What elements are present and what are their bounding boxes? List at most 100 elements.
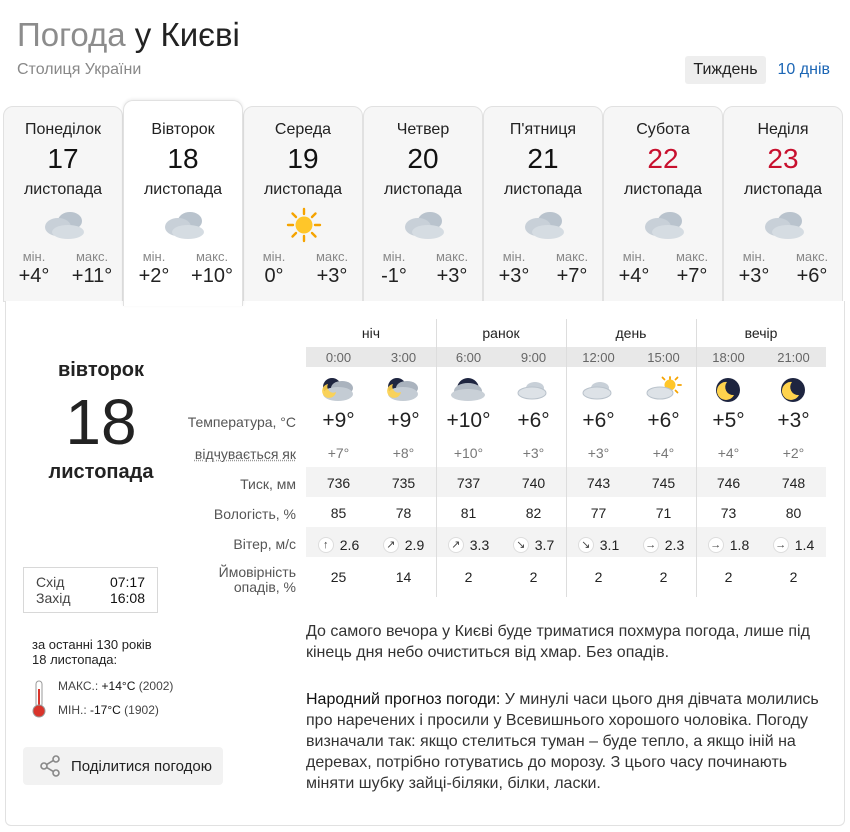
hour-wind: → 2.3 [631, 537, 696, 553]
title-prefix: Погода [17, 16, 126, 53]
cloud-icon [40, 207, 88, 243]
title-city: у Києві [134, 16, 240, 53]
hour-time: 15:00 [647, 350, 680, 365]
day-tab-min-label: мін. [622, 249, 646, 264]
day-tab-month: листопада [743, 181, 823, 198]
hour-time: 3:00 [390, 350, 417, 365]
hour-humidity: 77 [590, 505, 607, 521]
wind-speed: 1.8 [729, 537, 750, 553]
share-icon [40, 755, 60, 777]
hourly-table: Температура, °C відчувається як Тиск, мм… [6, 301, 846, 601]
day-tab-min-label: мін. [502, 249, 526, 264]
day-tab-number: 17 [47, 143, 79, 174]
hour-humidity: 80 [785, 505, 802, 521]
day-tab-number: 20 [407, 143, 439, 174]
day-tab-max-temp: +3° [436, 265, 468, 287]
hour-pressure: 746 [716, 475, 741, 491]
day-tab-name: Понеділок [24, 121, 102, 138]
share-weather-button[interactable]: Поділитися погодою [23, 747, 223, 785]
day-tab[interactable]: Субота 22 листопада мін. макс. +4° +7° [603, 106, 723, 302]
day-tab-max-label: макс. [315, 249, 349, 264]
day-tab-min-label: мін. [22, 249, 46, 264]
hour-wind: ↗ 2.9 [371, 537, 436, 553]
hour-temperature: +6° [582, 409, 615, 432]
day-tab-name: Четвер [396, 121, 450, 138]
day-tab-max-label: макс. [795, 249, 829, 264]
day-tab-number: 18 [167, 143, 199, 174]
hour-wind: ↘ 3.1 [566, 537, 631, 553]
hour-feels-like: +4° [717, 445, 740, 461]
hour-time: 12:00 [582, 350, 615, 365]
day-tab-min-temp: +3° [498, 265, 530, 287]
moon-icon [708, 375, 748, 405]
wind-direction-icon: ↘ [577, 537, 594, 553]
hour-humidity: 73 [720, 505, 737, 521]
cloud-icon [520, 207, 568, 243]
folk-forecast-heading: Народний прогноз погоди: [306, 691, 501, 708]
temperature-label: Температура, °C [187, 414, 296, 430]
day-tab[interactable]: Понеділок 17 листопада мін. макс. +4° +11° [3, 106, 123, 302]
range-switch: Тиждень 10 днів [685, 56, 838, 84]
hour-wind: ↗ 3.3 [436, 537, 501, 553]
day-tabs: Понеділок 17 листопада мін. макс. +4° +11° Вівт… [3, 100, 847, 306]
day-tab-max-temp: +7° [556, 265, 588, 287]
hour-feels-like: +10° [453, 445, 484, 461]
wind-direction-icon: → [642, 537, 659, 553]
day-tab[interactable]: Неділя 23 листопада мін. макс. +3° +6° [723, 106, 843, 302]
day-tab-min-temp: +3° [738, 265, 770, 287]
hour-wind: ↘ 3.7 [501, 537, 566, 553]
wind-speed: 3.1 [599, 537, 620, 553]
feels-like-label[interactable]: відчувається як [176, 446, 296, 462]
hour-humidity: 85 [330, 505, 347, 521]
period-label: день [615, 325, 647, 341]
moon-icon [773, 375, 813, 405]
day-tab-max-label: макс. [555, 249, 589, 264]
day-tab-min-temp: 0° [264, 265, 284, 287]
hour-time: 0:00 [325, 350, 352, 365]
hour-precip-chance: 2 [464, 569, 473, 585]
hour-feels-like: +4° [652, 445, 675, 461]
wind-direction-icon: → [707, 537, 724, 553]
hour-pressure: 736 [326, 475, 351, 491]
day-tab-name: Неділя [757, 121, 809, 138]
wind-direction-icon: → [772, 537, 789, 553]
wind-speed: 3.3 [469, 537, 490, 553]
day-tab-month: листопада [23, 181, 103, 198]
precip-label: Ймовірність опадів, % [176, 565, 296, 595]
day-tab-number: 22 [647, 143, 679, 174]
wind-direction-icon: ↗ [382, 537, 399, 553]
wind-speed: 2.6 [339, 537, 360, 553]
day-tab[interactable]: Четвер 20 листопада мін. макс. -1° +3° [363, 106, 483, 302]
day-tab-max-temp: +10° [191, 265, 233, 287]
day-tab[interactable]: П'ятниця 21 листопада мін. макс. +3° +7° [483, 106, 603, 302]
hour-feels-like: +8° [392, 445, 415, 461]
weather-description: До самого вечора у Києві буде триматися … [306, 623, 810, 661]
light-cloud-icon [513, 375, 553, 405]
history-max-label: МАКС.: [58, 679, 99, 693]
hour-temperature: +6° [647, 409, 680, 432]
hour-feels-like: +7° [327, 445, 350, 461]
wind-speed: 2.9 [404, 537, 425, 553]
wind-speed: 3.7 [534, 537, 555, 553]
day-tab-max-label: макс. [75, 249, 109, 264]
week-button[interactable]: Тиждень [685, 56, 766, 84]
ten-days-link[interactable]: 10 днів [770, 56, 838, 84]
period-label: ранок [482, 325, 520, 341]
hour-precip-chance: 2 [594, 569, 603, 585]
history-min: МІН.: -17°C (1902) [58, 703, 159, 717]
day-tab-number: 21 [527, 143, 559, 174]
cloudy-night-icon [318, 375, 358, 405]
history-heading-line2: 18 листопада: [32, 652, 118, 667]
hour-precip-chance: 2 [724, 569, 733, 585]
cloudy-night-icon [383, 375, 423, 405]
history-heading-line1: за останні 130 років [32, 637, 152, 652]
history-heading: за останні 130 років 18 листопада: [32, 637, 152, 667]
thermometer-icon [32, 680, 46, 718]
day-tab[interactable]: Вівторок 18 листопада мін. макс. +2° +10° [123, 100, 243, 306]
history-min-year: (1902) [124, 703, 159, 717]
day-tab[interactable]: Середа 19 листопада мін. макс. 0° +3° [243, 106, 363, 302]
day-tab-min-label: мін. [262, 249, 286, 264]
hour-feels-like: +3° [587, 445, 610, 461]
day-tab-month: листопада [623, 181, 703, 198]
day-tab-month: листопада [383, 181, 463, 198]
